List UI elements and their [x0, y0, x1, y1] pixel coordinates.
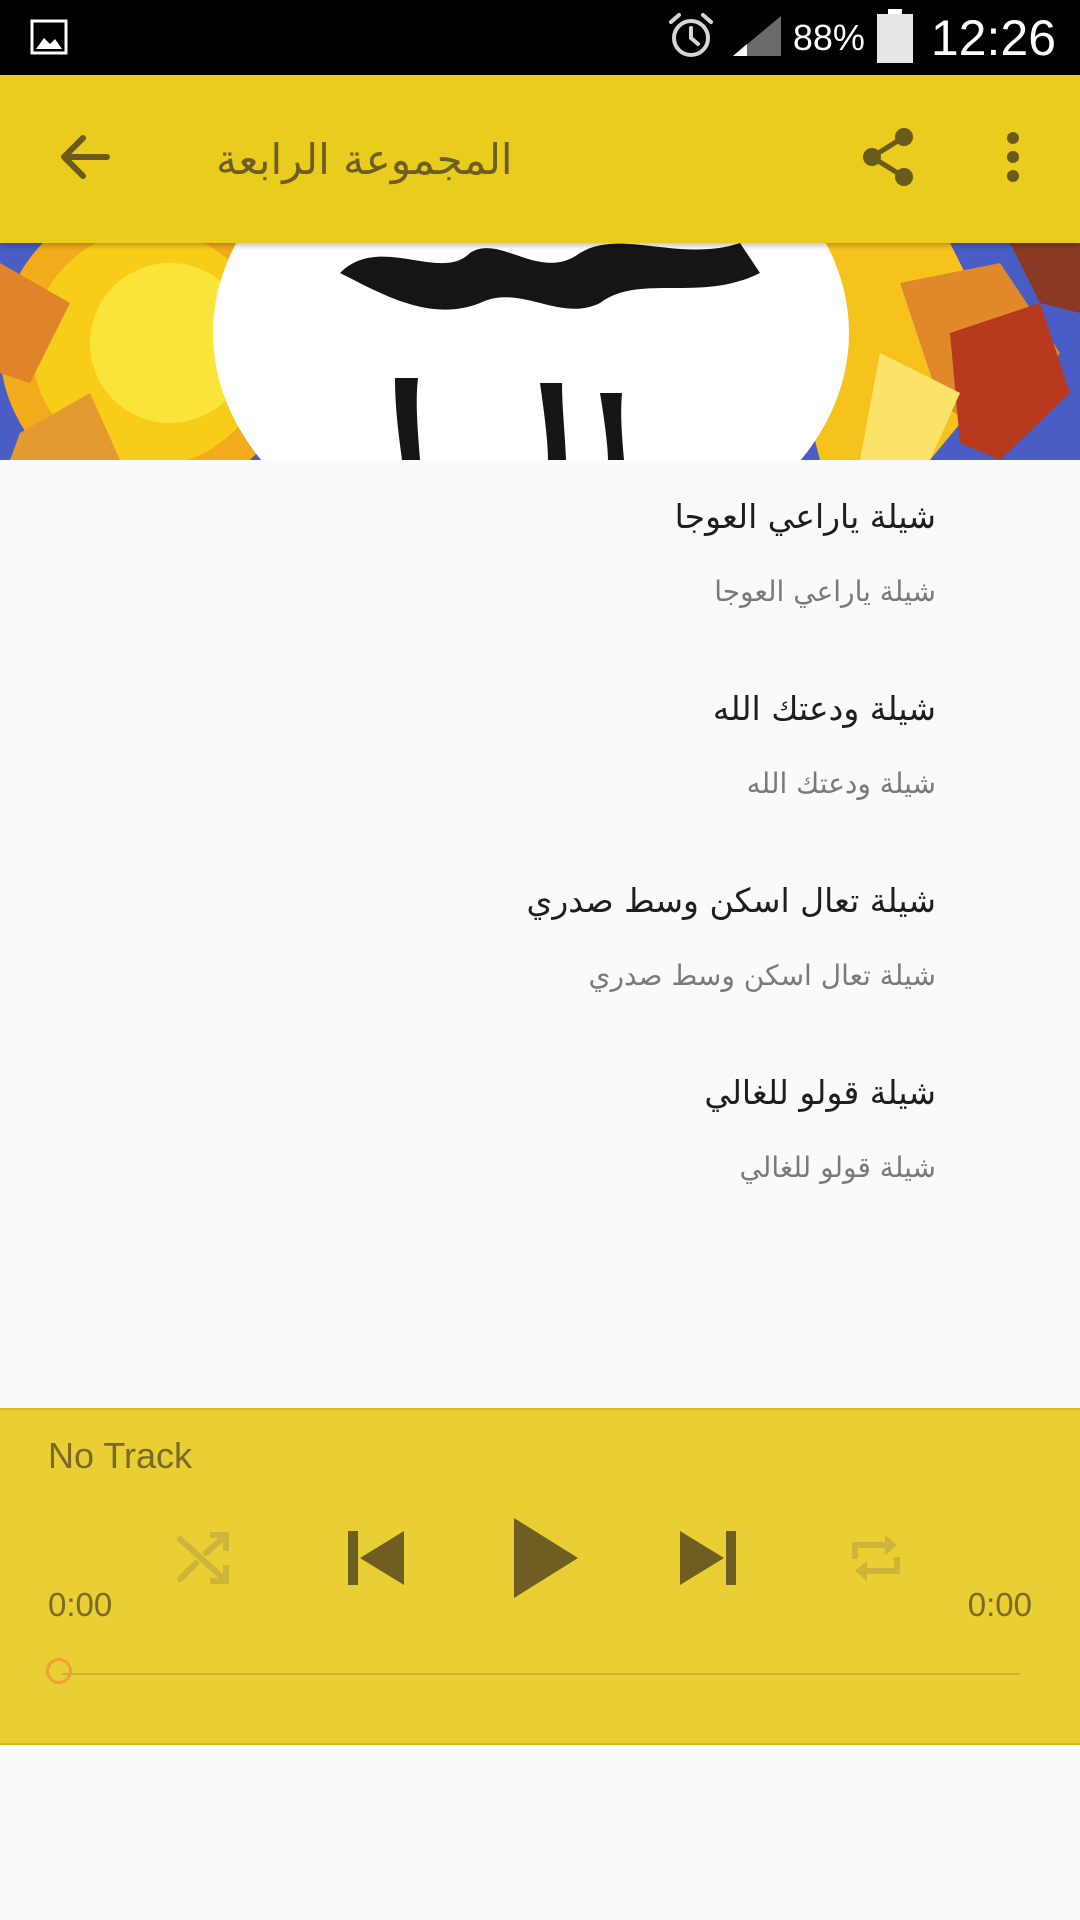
share-icon [860, 127, 916, 191]
status-bar: 88% 12:26 [0, 0, 1080, 75]
track-subtitle: شيلة ياراعي العوجا [714, 575, 936, 608]
toolbar: المجموعة الرابعة [0, 75, 1080, 243]
track-subtitle: شيلة تعال اسكن وسط صدري [588, 959, 936, 992]
clock: 12:26 [930, 9, 1056, 66]
page-title: المجموعة الرابعة [216, 135, 513, 184]
now-playing-title: No Track [48, 1435, 193, 1476]
next-button[interactable] [662, 1514, 754, 1606]
track-subtitle: شيلة ودعتك الله [746, 767, 936, 800]
track-item[interactable]: شيلة قولو للغالي شيلة قولو للغالي [0, 1036, 1080, 1228]
play-icon [512, 1516, 580, 1604]
overflow-menu-button[interactable] [980, 121, 1046, 197]
battery-icon [876, 8, 913, 67]
seek-bar[interactable] [44, 1654, 1020, 1694]
track-list: شيلة ياراعي العوجا شيلة ياراعي العوجا شي… [0, 460, 1080, 1228]
track-title: شيلة تعال اسكن وسط صدري [526, 881, 936, 920]
seek-track [62, 1673, 1020, 1675]
music-player: No Track 0:00 0:00 [0, 1408, 1080, 1745]
track-item[interactable]: شيلة ودعتك الله شيلة ودعتك الله [0, 652, 1080, 844]
track-item[interactable]: شيلة ياراعي العوجا شيلة ياراعي العوجا [0, 460, 1080, 652]
gallery-icon [30, 19, 68, 59]
arrow-back-icon [57, 130, 111, 188]
track-title: شيلة ياراعي العوجا [674, 497, 936, 536]
shuffle-button[interactable] [164, 1520, 244, 1600]
skip-previous-icon [346, 1529, 406, 1591]
alarm-icon [665, 10, 717, 66]
track-subtitle: شيلة قولو للغالي [739, 1151, 936, 1184]
share-button[interactable] [846, 121, 930, 197]
play-button[interactable] [490, 1504, 602, 1616]
seek-thumb[interactable] [46, 1658, 72, 1684]
signal-icon [731, 14, 783, 62]
track-title: شيلة ودعتك الله [712, 689, 936, 728]
album-cover-image [0, 243, 1080, 460]
repeat-icon [847, 1529, 905, 1591]
skip-next-icon [678, 1529, 738, 1591]
shuffle-icon [176, 1531, 232, 1589]
previous-button[interactable] [330, 1514, 422, 1606]
elapsed-time: 0:00 [48, 1586, 113, 1623]
back-button[interactable] [36, 121, 132, 197]
track-item[interactable]: شيلة تعال اسكن وسط صدري شيلة تعال اسكن و… [0, 844, 1080, 1036]
total-time: 0:00 [967, 1586, 1032, 1623]
battery-percentage: 88% [792, 16, 865, 58]
track-title: شيلة قولو للغالي [704, 1073, 936, 1112]
repeat-button[interactable] [836, 1520, 916, 1600]
more-vert-icon [1005, 131, 1021, 187]
